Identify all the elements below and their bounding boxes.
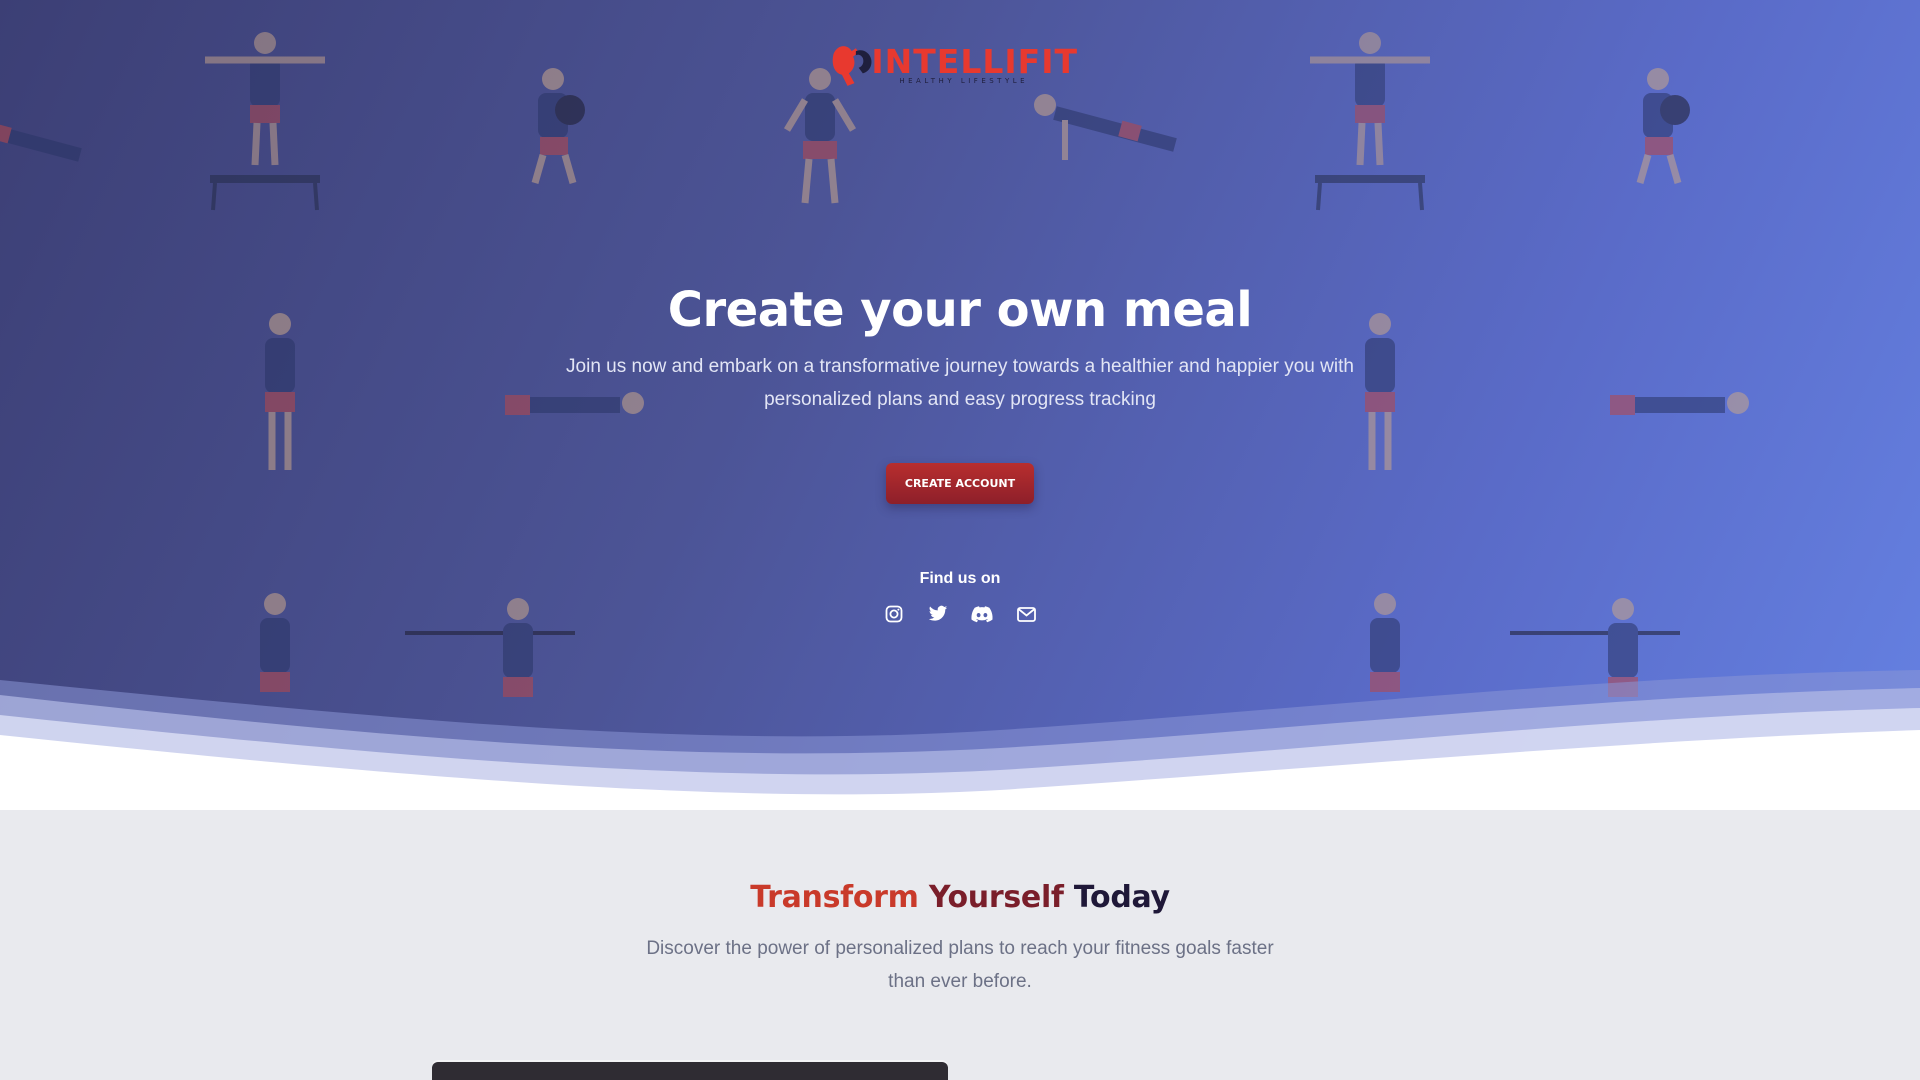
instagram-icon bbox=[885, 605, 903, 623]
brand-tagline: HEALTHY LIFESTYLE bbox=[899, 77, 1029, 85]
brand-logo[interactable]: INTELLIFIT HEALTHY LIFESTYLE bbox=[828, 30, 1078, 100]
instagram-link[interactable] bbox=[880, 600, 908, 628]
twitter-icon bbox=[928, 605, 948, 621]
preview-image-card bbox=[432, 1062, 948, 1080]
section-title-part-3: Today bbox=[1073, 880, 1170, 915]
find-us-label: Find us on bbox=[919, 570, 1001, 587]
brand-name: INTELLIFIT bbox=[871, 42, 1078, 81]
trampoline-figure-icon bbox=[205, 32, 325, 211]
section-subtitle: Discover the power of personalized plans… bbox=[646, 938, 1274, 992]
section-title-part-1: Transform bbox=[750, 880, 919, 915]
medicine-ball-figure-icon bbox=[531, 68, 585, 184]
twitter-link[interactable] bbox=[924, 600, 952, 628]
hero-title: Create your own meal bbox=[667, 282, 1253, 338]
hero-subtitle: Join us now and embark on a transformati… bbox=[566, 356, 1354, 410]
mail-icon bbox=[1016, 606, 1036, 622]
hero-section: INTELLIFIT HEALTHY LIFESTYLE Create your… bbox=[0, 0, 1920, 810]
discord-icon bbox=[971, 605, 993, 622]
flexing-arm-logo-icon bbox=[832, 46, 872, 86]
section-title-part-2: Yourself bbox=[928, 880, 1064, 915]
trampoline-figure-icon bbox=[1310, 32, 1430, 211]
lying-figure-icon bbox=[1610, 392, 1749, 415]
wave-divider bbox=[0, 670, 1920, 810]
email-link[interactable] bbox=[1012, 600, 1040, 628]
pushup-figure-icon bbox=[0, 122, 82, 162]
section-title: Transform Yourself Today bbox=[0, 880, 1920, 915]
medicine-ball-figure-icon bbox=[1636, 68, 1690, 184]
create-account-button[interactable]: CREATE ACCOUNT bbox=[886, 463, 1034, 504]
discord-link[interactable] bbox=[968, 600, 996, 628]
social-links bbox=[880, 600, 1040, 628]
